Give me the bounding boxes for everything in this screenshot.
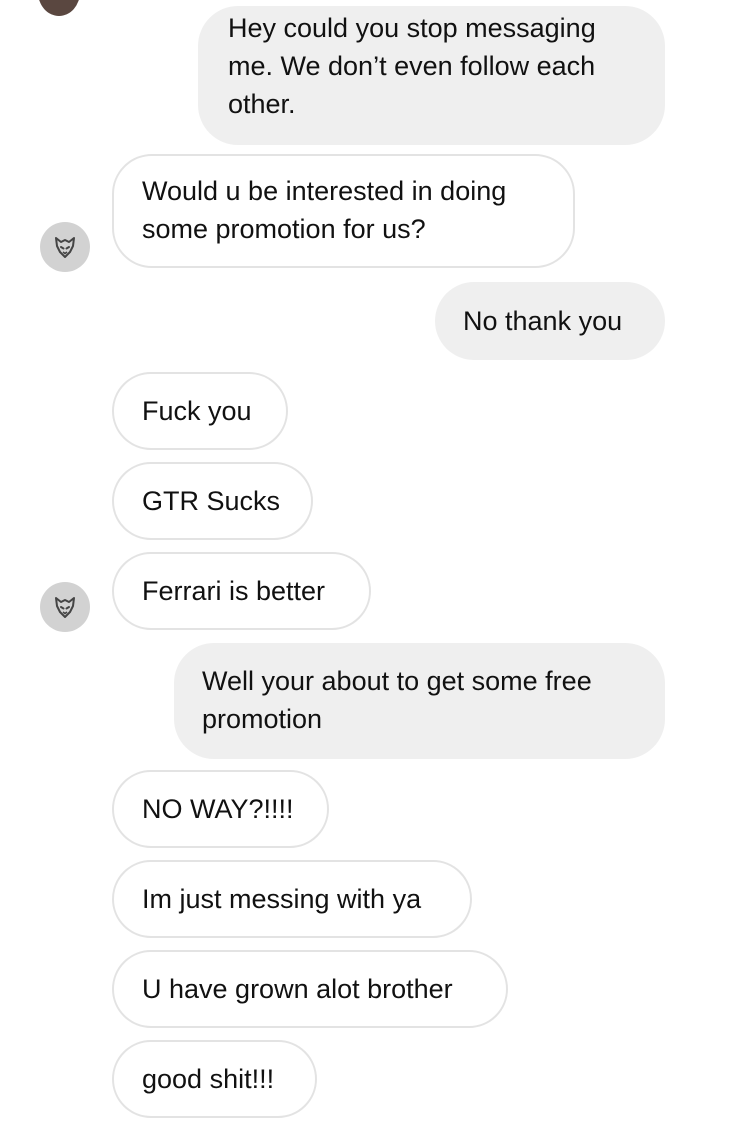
message-text: Ferrari is better: [142, 576, 326, 606]
message-text: No thank you: [463, 306, 623, 336]
message-text: Fuck you: [142, 396, 252, 426]
sender-avatar[interactable]: [40, 222, 90, 272]
message-incoming[interactable]: Im just messing with ya: [112, 860, 472, 938]
message-text: U have grown alot brother: [142, 974, 453, 1004]
message-incoming[interactable]: Would u be interested in doing some prom…: [112, 154, 575, 268]
chat-thread: Hey could you stop messaging me. We don’…: [0, 0, 742, 1122]
message-incoming[interactable]: U have grown alot brother: [112, 950, 508, 1028]
message-text: Im just messing with ya: [142, 884, 422, 914]
message-text: good shit!!!: [142, 1064, 275, 1094]
message-incoming[interactable]: NO WAY?!!!!: [112, 770, 329, 848]
wolf-logo-icon: [55, 597, 75, 618]
message-text: Hey could you stop messaging me. We don’…: [228, 13, 596, 119]
message-outgoing[interactable]: Hey could you stop messaging me. We don’…: [198, 6, 665, 145]
message-incoming[interactable]: Fuck you: [112, 372, 288, 450]
message-outgoing[interactable]: Well your about to get some free promoti…: [174, 643, 665, 759]
message-incoming[interactable]: good shit!!!: [112, 1040, 317, 1118]
message-text: Well your about to get some free promoti…: [202, 666, 592, 734]
message-text: GTR Sucks: [142, 486, 281, 516]
message-text: NO WAY?!!!!: [142, 794, 294, 824]
message-outgoing[interactable]: No thank you: [435, 282, 665, 360]
avatar-partial[interactable]: [38, 0, 80, 16]
message-incoming[interactable]: GTR Sucks: [112, 462, 313, 540]
message-incoming[interactable]: Ferrari is better: [112, 552, 371, 630]
message-text: Would u be interested in doing some prom…: [142, 176, 507, 244]
sender-avatar[interactable]: [40, 582, 90, 632]
wolf-logo-icon: [55, 237, 75, 258]
